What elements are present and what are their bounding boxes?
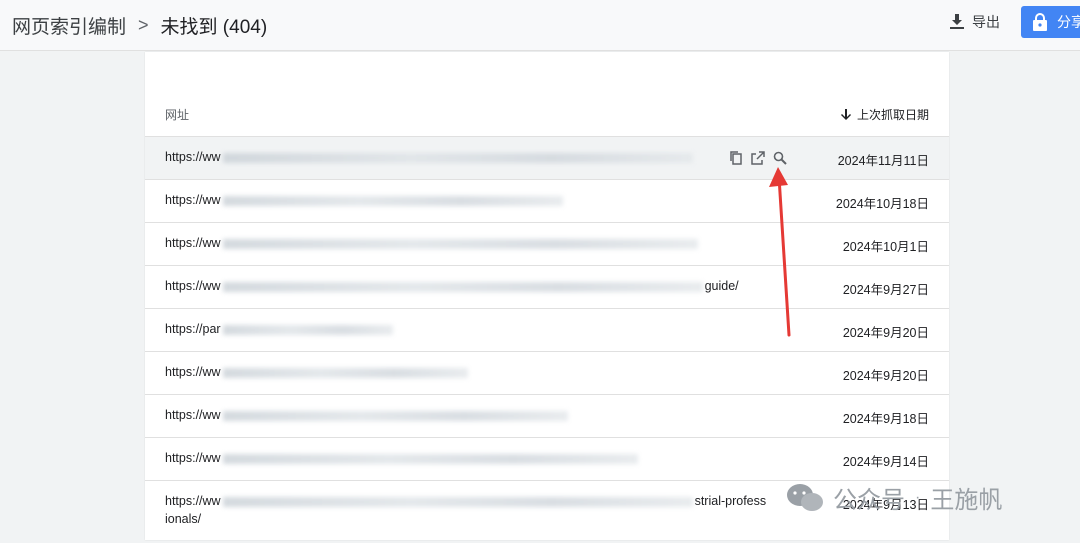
wechat-icon [787,483,823,511]
open-in-new-icon[interactable] [750,150,766,166]
row-url[interactable]: https://ww [165,193,565,207]
row-url[interactable]: https://ww [165,365,470,379]
column-header-last-crawled[interactable]: 上次抓取日期 [840,106,929,123]
table-header: 网址 上次抓取日期 [145,88,949,138]
row-url[interactable]: https://ww [165,236,700,250]
row-url[interactable]: https://ww [165,150,695,164]
row-url[interactable]: https://ww [165,408,570,422]
lock-icon [1033,13,1047,31]
watermark: 公众号 · 王施帆 [785,480,1002,515]
page-title: 未找到 (404) [160,17,268,38]
search-icon[interactable] [772,150,788,166]
row-date: 2024年9月18日 [842,412,929,426]
row-date: 2024年10月1日 [842,240,929,254]
export-label: 导出 [972,14,1000,30]
copy-icon[interactable] [728,150,744,166]
table-row[interactable]: https://ww 2024年10月1日 [145,222,949,265]
row-url[interactable]: https://ww [165,451,640,465]
row-date: 2024年9月20日 [842,369,929,383]
annotation-arrow [769,167,791,337]
share-label: 分享 [1057,14,1080,30]
column-header-url: 网址 [165,108,190,122]
blurred-url [222,238,698,249]
table-row[interactable]: https://ww 2024年9月20日 [145,351,949,394]
blurred-url [222,152,693,163]
top-bar: 网页索引编制 > 未找到 (404) 导出 分享 [0,0,1080,51]
table-row[interactable]: https://ww 2024年9月14日 [145,437,949,480]
blurred-url [222,367,468,378]
row-date: 2024年9月20日 [842,326,929,340]
export-button[interactable]: 导出 [950,12,1000,32]
arrow-down-icon [840,108,851,120]
blurred-url [222,324,393,335]
row-date: 2024年10月18日 [835,197,929,211]
table-row[interactable]: https://ww guide/ 2024年9月27日 [145,265,949,308]
row-actions [728,150,788,166]
download-icon [950,14,964,29]
blurred-url [222,410,568,421]
row-date: 2024年11月11日 [837,154,929,168]
table-row[interactable]: https://ww 2024年11月11日 [145,136,949,179]
blurred-url [222,281,703,292]
breadcrumb: 网页索引编制 > 未找到 (404) [12,12,267,39]
watermark-dot: · [915,488,921,506]
watermark-text-2: 王施帆 [930,487,1003,514]
row-date: 2024年9月27日 [842,283,929,297]
row-url[interactable]: https://par [165,322,395,336]
breadcrumb-separator: > [138,15,149,35]
table-row[interactable]: https://ww 2024年10月18日 [145,179,949,222]
blurred-url [222,453,638,464]
row-date: 2024年9月14日 [842,455,929,469]
table-row[interactable]: https://par 2024年9月20日 [145,308,949,351]
share-button[interactable]: 分享 [1021,6,1080,38]
results-panel: 网址 上次抓取日期 https://ww 2024年11月11日 https:/… [145,52,949,540]
row-url[interactable]: https://ww guide/ [165,279,739,293]
table-row[interactable]: https://ww 2024年9月18日 [145,394,949,437]
blurred-url [222,496,693,507]
column-header-last-crawled-label: 上次抓取日期 [856,108,929,122]
breadcrumb-parent[interactable]: 网页索引编制 [12,12,126,39]
watermark-text-1: 公众号 [833,487,905,514]
row-url[interactable]: https://ww strial-profess ionals/ [165,492,805,528]
blurred-url [222,195,563,206]
